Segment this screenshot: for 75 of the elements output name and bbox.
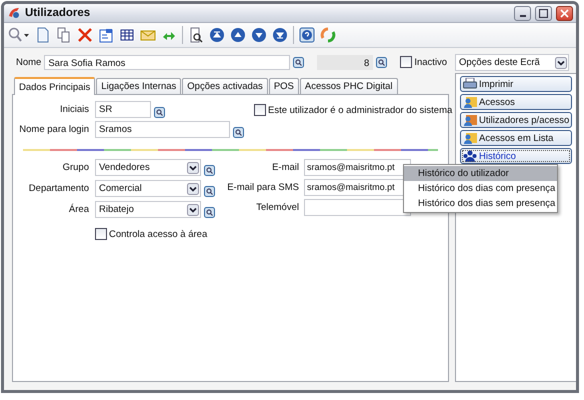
lookup-icon[interactable] bbox=[154, 107, 165, 118]
new-document-icon[interactable] bbox=[35, 27, 51, 43]
tab[interactable]: Ligações Internas bbox=[96, 78, 182, 94]
field-label: Telemóvel bbox=[256, 202, 299, 213]
dropdown[interactable]: Comercial bbox=[95, 180, 201, 197]
previous-record-icon[interactable] bbox=[230, 27, 246, 43]
input-field[interactable] bbox=[304, 199, 411, 216]
dropdown[interactable]: Vendedores bbox=[95, 159, 201, 176]
action-button[interactable]: Imprimir bbox=[460, 76, 572, 92]
user-folder-icon bbox=[463, 132, 477, 144]
action-button[interactable]: Acessos em Lista bbox=[460, 130, 572, 146]
chevron-down-icon bbox=[555, 56, 567, 68]
action-button[interactable]: Histórico bbox=[460, 148, 572, 164]
options-dropdown[interactable]: Opções deste Ecrã bbox=[455, 54, 569, 71]
delete-icon[interactable] bbox=[77, 27, 93, 43]
field-label: Departamento bbox=[28, 183, 89, 194]
dropdown[interactable]: Ribatejo bbox=[95, 201, 201, 218]
number-field: 8 bbox=[317, 54, 374, 70]
checkbox-label: Controla acesso à área bbox=[109, 228, 208, 240]
field-label: Área bbox=[68, 204, 89, 215]
input-field[interactable]: sramos@maisritmo.pt bbox=[304, 159, 411, 176]
maximize-button[interactable] bbox=[535, 6, 552, 20]
tab[interactable]: Acessos PHC Digital bbox=[300, 78, 398, 94]
menu-item[interactable]: Histórico do utilizador bbox=[404, 166, 557, 181]
next-record-icon[interactable] bbox=[251, 27, 267, 43]
chevron-down-icon bbox=[187, 182, 199, 194]
field-label: Nome bbox=[16, 56, 42, 68]
menu-item[interactable]: Histórico dos dias sem presença bbox=[404, 196, 557, 211]
lookup-icon[interactable] bbox=[376, 56, 388, 68]
user-folder-icon bbox=[463, 96, 477, 108]
action-button[interactable]: Acessos bbox=[460, 94, 572, 110]
input-field[interactable]: SR bbox=[95, 101, 151, 118]
help-icon[interactable] bbox=[299, 27, 315, 43]
copy-icon[interactable] bbox=[56, 27, 72, 43]
checkbox[interactable] bbox=[95, 228, 107, 240]
lookup-icon[interactable] bbox=[204, 186, 215, 197]
checkbox[interactable] bbox=[254, 104, 266, 116]
field-label: E-mail bbox=[272, 162, 299, 173]
menu-item[interactable]: Histórico dos dias com presença bbox=[404, 181, 557, 196]
field-label: Iniciais bbox=[60, 104, 89, 115]
checkbox-label: Inactivo bbox=[414, 56, 448, 68]
tab[interactable]: Dados Principais bbox=[14, 77, 96, 95]
tab[interactable]: Opções activadas bbox=[182, 78, 268, 94]
field-label: E-mail para SMS bbox=[227, 182, 299, 193]
last-record-icon[interactable] bbox=[272, 27, 288, 43]
tab[interactable]: POS bbox=[268, 78, 299, 94]
chevron-down-icon bbox=[187, 204, 199, 216]
app-icon bbox=[7, 6, 21, 20]
first-record-icon[interactable] bbox=[209, 27, 225, 43]
window-title: Utilizadores bbox=[25, 7, 90, 19]
field-label: Nome para login bbox=[19, 124, 89, 135]
checkbox-label: Este utilizador é o administrador do sistema bbox=[268, 104, 452, 116]
lookup-icon[interactable] bbox=[233, 127, 244, 138]
properties-icon[interactable] bbox=[98, 27, 114, 43]
minimize-button[interactable] bbox=[514, 6, 531, 20]
close-button[interactable] bbox=[556, 6, 573, 20]
field-label: Grupo bbox=[62, 162, 89, 173]
refresh-icon[interactable] bbox=[320, 27, 336, 43]
action-button[interactable]: Utilizadores p/acesso bbox=[460, 112, 572, 128]
checkbox[interactable] bbox=[400, 56, 412, 68]
user-folder-icon bbox=[463, 114, 477, 126]
lookup-icon[interactable] bbox=[293, 56, 304, 68]
close-icon bbox=[560, 8, 569, 18]
input-field[interactable]: Sramos bbox=[95, 121, 230, 138]
grid-icon[interactable] bbox=[119, 27, 135, 43]
minimize-icon bbox=[520, 14, 526, 16]
input-field[interactable]: Sara Sofia Ramos bbox=[44, 54, 290, 70]
print-preview-icon[interactable] bbox=[188, 27, 204, 43]
maximize-icon bbox=[539, 8, 548, 18]
printer-icon bbox=[463, 78, 477, 90]
lookup-icon[interactable] bbox=[204, 165, 215, 176]
chevron-down-icon bbox=[187, 162, 199, 174]
search-icon[interactable] bbox=[8, 27, 30, 43]
people-icon bbox=[463, 150, 477, 162]
lookup-icon[interactable] bbox=[204, 207, 215, 218]
